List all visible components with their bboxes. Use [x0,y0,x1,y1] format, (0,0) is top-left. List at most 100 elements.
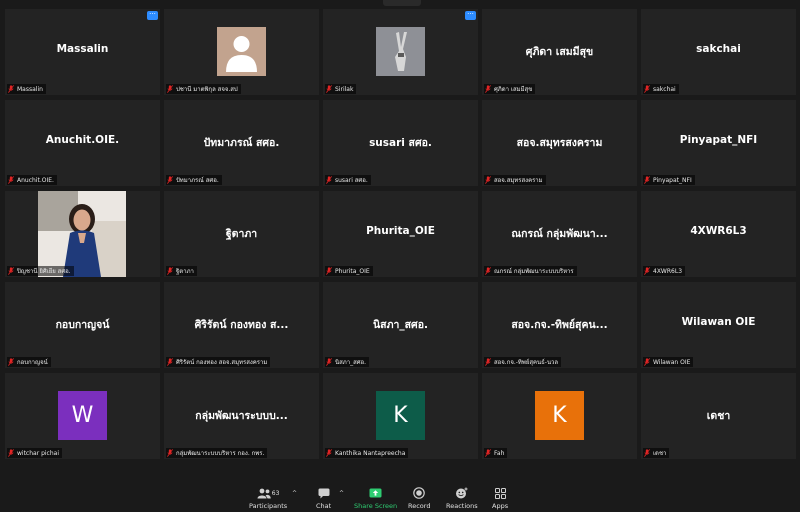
apps-button[interactable]: Apps [492,486,508,510]
participant-tile[interactable]: นิสภา_สศอ. นิสภา_สศอ. [323,282,478,368]
cartoon-rabbit-image [376,27,425,76]
participant-label-text: ปัทมาภรณ์ สศอ. [176,177,219,184]
participant-display-name: Wilawan OIE [681,316,756,328]
participant-tile[interactable]: Wilawan OIE Wilawan OIE [641,282,796,368]
participant-tile[interactable]: ปัทมาภรณ์ สศอ. ปัทมาภรณ์ สศอ. [164,100,319,186]
microphone-muted-icon [326,176,332,184]
woman-video-image [38,191,126,277]
participant-name-label: ฐิตาภา [166,266,197,276]
participant-tile[interactable]: ศิริรัตน์ กองทอง ส... ศิริรัตน์ กองทอง สอ… [164,282,319,368]
participant-tile[interactable]: sakchai sakchai [641,9,796,95]
participant-label-text: สอจ.สมุทรสงคราม [494,177,543,184]
microphone-muted-icon [326,449,332,457]
participant-tile[interactable]: susari สศอ. susari สศอ. [323,100,478,186]
avatar-letter: K [376,391,425,440]
participants-button[interactable]: 63 Participants [249,486,287,510]
participant-tile[interactable]: ฐิตาภา ฐิตาภา [164,191,319,277]
participant-tile[interactable]: กลุ่มพัฒนาระบบบ... กลุ่มพัฒนาระบบบริหาร ก… [164,373,319,459]
participant-tile[interactable]: Phurita_OIE Phurita_OIE [323,191,478,277]
microphone-muted-icon [326,85,332,93]
participant-tile[interactable]: ศุภิดา เสมมีสุข ศุภิดา เสมมีสุข [482,9,637,95]
participant-name-label: Pinyapat_NFI [643,175,695,185]
participant-tile[interactable]: K Kanthika Nantapreecha [323,373,478,459]
avatar-letter: K [535,391,584,440]
participant-name-label: กอบกาญจน์ [7,357,51,367]
chat-button[interactable]: Chat [316,486,331,510]
participant-label-text: Fah [494,449,505,457]
microphone-muted-icon [326,267,332,275]
participant-name-label: กลุ่มพัฒนาระบบบริหาร กอง. กพร. [166,448,268,458]
participant-display-name: ศุภิดา เสมมีสุข [525,46,594,58]
participant-name-label: Fah [484,448,508,458]
participant-display-name: นิสภา_สศอ. [372,319,429,331]
participant-video-feed [38,191,126,277]
participants-caret-icon[interactable]: ^ [292,490,297,497]
participant-label-text: Sirilak [335,85,354,93]
participant-name-label: ศิริรัตน์ กองทอง สอจ.สมุทรสงคราม [166,357,271,367]
participant-display-name: เดชา [706,410,731,422]
microphone-muted-icon [8,449,14,457]
participant-tile[interactable]: กอบกาญจน์ กอบกาญจน์ [5,282,160,368]
chat-caret-icon[interactable]: ^ [339,490,344,497]
person-silhouette-icon [226,36,257,72]
chat-icon [318,488,330,498]
record-icon [413,487,426,499]
participant-tile[interactable]: Wwitchar pichai [5,373,160,459]
share-screen-button[interactable]: Share Screen [354,486,397,510]
video-gallery: Massalin ··· Massalin ปชานี มาตพิกุล สจจ.สป… [5,9,799,461]
microphone-muted-icon [485,267,491,275]
participant-label-text: Phurita_OIE [335,267,370,275]
participant-display-name: ณกรณ์ กลุ่มพัฒนา... [511,228,608,240]
participant-tile[interactable]: ปิญชานี ยิศิเยีย สศอ. [5,191,160,277]
participant-name-label: Massalin [7,84,46,94]
microphone-muted-icon [167,176,173,184]
participant-tile[interactable]: Anuchit.OIE. Anuchit.OIE. [5,100,160,186]
participants-label: Participants [249,502,288,510]
tile-more-options-button[interactable]: ··· [147,11,158,20]
participant-label-text: Kanthika Nantapreecha [335,449,406,457]
microphone-muted-icon [8,267,14,275]
participant-tile[interactable]: ณกรณ์ กลุ่มพัฒนา... ณกรณ์ กลุ่มพัฒนาระบบบ… [482,191,637,277]
reactions-icon [456,487,468,499]
participant-tile[interactable]: Massalin ··· Massalin [5,9,160,95]
participant-display-name: susari สศอ. [369,137,432,149]
participant-label-text: ศิริรัตน์ กองทอง สอจ.สมุทรสงคราม [176,359,268,366]
participant-tile[interactable]: ปชานี มาตพิกุล สจจ.สป [164,9,319,95]
participant-name-label: susari สศอ. [325,175,371,185]
microphone-muted-icon [644,85,650,93]
profile-picture [217,27,266,76]
participant-name-label: Wilawan OIE [643,357,694,367]
participant-name-label: Phurita_OIE [325,266,373,276]
participant-label-text: ปิญชานี ยิศิเยีย สศอ. [17,268,71,275]
record-button[interactable]: Record [408,486,430,510]
profile-picture [376,27,425,76]
microphone-muted-icon [485,176,491,184]
participant-tile[interactable]: เดชา เดชา [641,373,796,459]
participant-display-name: sakchai [696,43,741,55]
reactions-button[interactable]: Reactions [446,486,478,510]
participant-label-text: ณกรณ์ กลุ่มพัฒนาระบบบริหาร [494,268,574,275]
participant-display-name: สอจ.กจ.-ทิพย์สุคน... [511,319,608,331]
participant-tile[interactable]: ··· Sirilak [323,9,478,95]
tile-more-options-button[interactable]: ··· [465,11,476,20]
participant-name-label: Kanthika Nantapreecha [325,448,409,458]
microphone-muted-icon [485,358,491,366]
participant-label-text: Massalin [17,85,43,93]
participant-name-label: สอจ.กจ.-ทิพย์สุคนธ์-นวล [484,357,562,367]
participants-count: 63 [271,489,280,497]
participant-label-text: Pinyapat_NFI [653,176,692,184]
participant-tile[interactable]: K Fah [482,373,637,459]
participant-name-label: 4XWR6L3 [643,266,686,276]
microphone-muted-icon [485,449,491,457]
microphone-muted-icon [167,358,173,366]
participant-tile[interactable]: สอจ.สมุทรสงคราม สอจ.สมุทรสงคราม [482,100,637,186]
microphone-muted-icon [167,85,173,93]
participant-name-label: เดชา [643,448,670,458]
participant-tile[interactable]: Pinyapat_NFI Pinyapat_NFI [641,100,796,186]
participant-tile[interactable]: สอจ.กจ.-ทิพย์สุคน... สอจ.กจ.-ทิพย์สุคนธ์-… [482,282,637,368]
participant-label-text: ศุภิดา เสมมีสุข [494,86,533,93]
participant-tile[interactable]: 4XWR6L3 4XWR6L3 [641,191,796,277]
participant-name-label: สอจ.สมุทรสงคราม [484,175,546,185]
apps-label: Apps [492,502,509,510]
meeting-toolbar: 63 Participants ^ Chat ^ Share Screen Re… [0,478,800,512]
